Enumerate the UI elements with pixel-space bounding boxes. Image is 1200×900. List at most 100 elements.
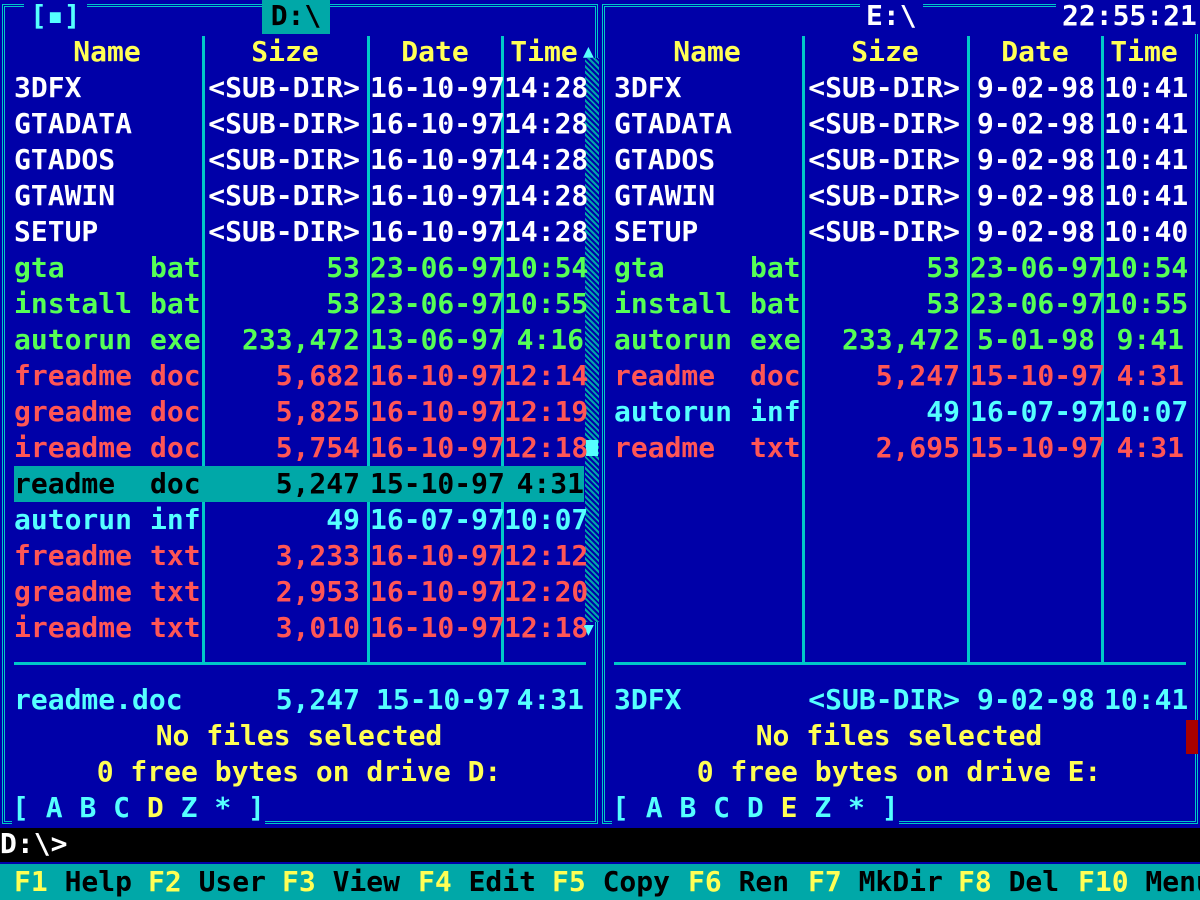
- file-row[interactable]: install bat 53 23-06-97 10:55: [614, 286, 1188, 322]
- file-ext: exe: [750, 323, 801, 356]
- file-size: <SUB-DIR>: [208, 179, 360, 212]
- file-row[interactable]: readme doc 5,247 15-10-97 4:31: [14, 466, 584, 502]
- drive-letter-d[interactable]: D: [147, 791, 164, 824]
- drive-letter-c[interactable]: C: [113, 791, 130, 824]
- drive-letter-c[interactable]: C: [713, 791, 730, 824]
- file-ext: txt: [150, 611, 201, 644]
- file-name: 3DFX: [14, 71, 82, 104]
- file-date: 23-06-97: [970, 287, 1105, 320]
- file-row[interactable]: SETUP <SUB-DIR> 16-10-97 14:28: [14, 214, 588, 250]
- file-row[interactable]: autorun inf 49 16-07-97 10:07: [614, 394, 1188, 430]
- file-row[interactable]: GTAWIN <SUB-DIR> 16-10-97 14:28: [14, 178, 588, 214]
- drive-letter-z[interactable]: Z: [814, 791, 831, 824]
- file-row[interactable]: SETUP <SUB-DIR> 9-02-98 10:40: [614, 214, 1188, 250]
- drive-letter-b[interactable]: B: [79, 791, 96, 824]
- fkey-number: F1: [14, 865, 48, 898]
- file-row[interactable]: GTAWIN <SUB-DIR> 9-02-98 10:41: [614, 178, 1188, 214]
- fkey-f5[interactable]: F5 Copy: [552, 864, 670, 900]
- file-date: 16-07-97: [970, 395, 1105, 428]
- drive-bar-open: [: [12, 791, 46, 824]
- file-row[interactable]: readme txt 2,695 15-10-97 4:31: [614, 430, 1184, 466]
- file-size: 233,472: [241, 323, 360, 356]
- drive-letter-star[interactable]: *: [214, 791, 231, 824]
- file-row[interactable]: autorun exe 233,472 13-06-97 4:16: [14, 322, 584, 358]
- drive-letter-a[interactable]: A: [46, 791, 63, 824]
- file-row[interactable]: autorun inf 49 16-07-97 10:07: [14, 502, 589, 538]
- file-date: 9-02-98: [976, 143, 1095, 176]
- file-row[interactable]: greadme txt 2,953 16-10-97 12:20: [14, 574, 588, 610]
- file-row[interactable]: greadme doc 5,825 16-10-97 12:19: [14, 394, 588, 430]
- left-header-date[interactable]: Date: [370, 34, 500, 70]
- drive-letter-e[interactable]: E: [781, 791, 798, 824]
- file-date: 23-06-97: [370, 287, 505, 320]
- file-name: autorun: [614, 323, 733, 356]
- file-time: 10:41: [1104, 71, 1189, 104]
- file-row[interactable]: 3DFX <SUB-DIR> 16-10-97 14:28: [14, 70, 588, 106]
- file-ext: inf: [150, 503, 201, 536]
- file-row[interactable]: readme doc 5,247 15-10-97 4:31: [614, 358, 1184, 394]
- right-panel-path[interactable]: E:\: [860, 0, 923, 34]
- fkey-f1[interactable]: F1 Help: [14, 864, 132, 900]
- file-row[interactable]: 3DFX <SUB-DIR> 9-02-98 10:41: [614, 70, 1189, 106]
- file-row[interactable]: GTADOS <SUB-DIR> 16-10-97 14:28: [14, 142, 588, 178]
- file-size: 49: [326, 503, 360, 536]
- left-header-time[interactable]: Time: [504, 34, 584, 70]
- right-header-size[interactable]: Size: [805, 34, 965, 70]
- right-header-time[interactable]: Time: [1104, 34, 1184, 70]
- file-size: 233,472: [841, 323, 960, 356]
- left-scroll-up-arrow[interactable]: ▲: [583, 34, 594, 70]
- command-line[interactable]: D:\>: [0, 827, 1200, 862]
- fkey-f8[interactable]: F8 Del: [958, 864, 1059, 900]
- fkey-label: Edit: [451, 865, 537, 898]
- fkey-f2[interactable]: F2 User: [148, 864, 266, 900]
- file-row[interactable]: GTADATA <SUB-DIR> 16-10-97 14:28: [14, 106, 588, 142]
- fkey-f7[interactable]: F7 MkDir: [808, 864, 943, 900]
- file-row[interactable]: freadme doc 5,682 16-10-97 12:14: [14, 358, 588, 394]
- fkey-f4[interactable]: F4 Edit: [418, 864, 536, 900]
- left-info-date: 15-10-97: [376, 683, 511, 716]
- left-panel-path[interactable]: D:\: [262, 0, 330, 34]
- fkey-label: Ren: [721, 865, 790, 898]
- file-name: readme: [614, 431, 716, 464]
- file-row[interactable]: freadme txt 3,233 16-10-97 12:12: [14, 538, 588, 574]
- file-row[interactable]: install bat 53 23-06-97 10:55: [14, 286, 589, 322]
- file-row[interactable]: gta bat 53 23-06-97 10:54: [14, 250, 588, 286]
- file-ext: doc: [150, 395, 201, 428]
- fkey-f10[interactable]: F10 Menu: [1078, 864, 1200, 900]
- file-time: 10:41: [1104, 107, 1189, 140]
- file-date: 16-10-97: [370, 359, 505, 392]
- left-header-size[interactable]: Size: [205, 34, 365, 70]
- left-panel-menu-icon[interactable]: [▪]: [24, 0, 87, 34]
- drive-letter-star[interactable]: *: [848, 791, 865, 824]
- file-date: 9-02-98: [976, 215, 1095, 248]
- file-row[interactable]: autorun exe 233,472 5-01-98 9:41: [614, 322, 1184, 358]
- fkey-number: F3: [282, 865, 316, 898]
- file-row[interactable]: GTADOS <SUB-DIR> 9-02-98 10:41: [614, 142, 1188, 178]
- file-name: freadme: [14, 359, 133, 392]
- right-header-name[interactable]: Name: [614, 34, 800, 70]
- fkey-number: F10: [1078, 865, 1129, 898]
- left-header-name[interactable]: Name: [14, 34, 200, 70]
- drive-letter-d[interactable]: D: [747, 791, 764, 824]
- file-name: GTAWIN: [614, 179, 716, 212]
- right-header-date[interactable]: Date: [970, 34, 1100, 70]
- right-info-date: 9-02-98: [976, 683, 1095, 716]
- file-row[interactable]: gta bat 53 23-06-97 10:54: [614, 250, 1188, 286]
- fkey-label: User: [181, 865, 267, 898]
- drive-letter-b[interactable]: B: [679, 791, 696, 824]
- file-time: 10:55: [504, 287, 589, 320]
- left-info-name: readme.doc: [14, 683, 183, 716]
- fkey-number: F6: [688, 865, 722, 898]
- drive-letter-z[interactable]: Z: [181, 791, 198, 824]
- file-size: <SUB-DIR>: [208, 107, 360, 140]
- file-row[interactable]: ireadme txt 3,010 16-10-97 12:18: [14, 610, 588, 646]
- file-row[interactable]: ireadme doc 5,754 16-10-97 12:18: [14, 430, 588, 466]
- fkey-f3[interactable]: F3 View: [282, 864, 400, 900]
- file-date: 23-06-97: [970, 251, 1105, 284]
- file-row[interactable]: GTADATA <SUB-DIR> 9-02-98 10:41: [614, 106, 1189, 142]
- fkey-f6[interactable]: F6 Ren: [688, 864, 789, 900]
- right-info-time: 10:41: [1104, 683, 1189, 716]
- drive-letter-a[interactable]: A: [646, 791, 663, 824]
- file-name: autorun: [14, 503, 133, 536]
- file-time: 10:07: [504, 503, 589, 536]
